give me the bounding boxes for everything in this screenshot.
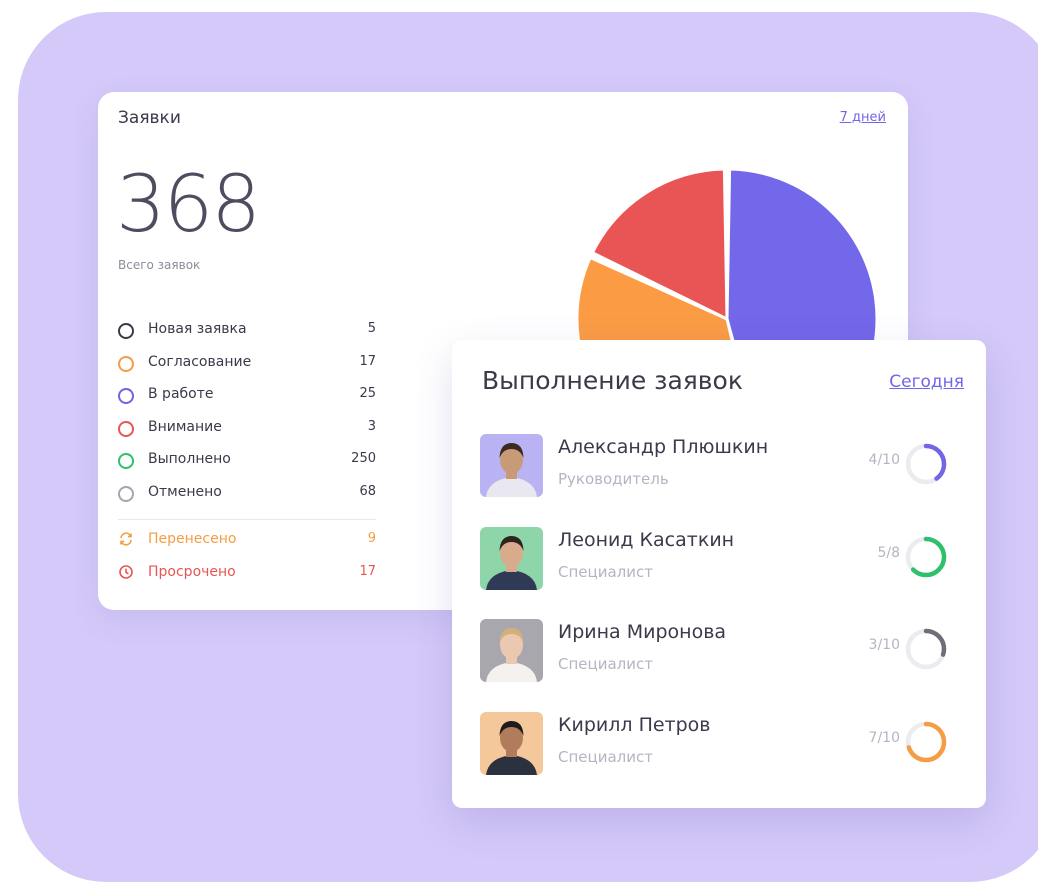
status-label: Перенесено — [148, 531, 237, 547]
person-name: Леонид Касаткин — [558, 528, 735, 551]
person-role: Руководитель — [558, 470, 669, 488]
status-value: 68 — [359, 483, 376, 499]
person-name: Александр Плюшкин — [558, 436, 769, 458]
progress-donut — [905, 721, 947, 762]
status-row: Внимание 3 — [118, 418, 376, 451]
stage: Заявки 7 дней 368 Всего заявок Новая зая… — [0, 0, 1038, 882]
avatar — [480, 434, 543, 497]
progress-donut — [905, 536, 947, 577]
status-label: В работе — [148, 386, 214, 402]
status-list: Новая заявка 5 Согласование 17 В работе 25 Вни… — [118, 320, 376, 595]
performance-card: Выполнение заявок Сегодня Александр Плюш… — [452, 340, 986, 808]
status-value: 9 — [367, 531, 376, 546]
status-circle-icon — [118, 323, 134, 339]
person-row[interactable]: Леонид Касаткин Специалист 5/8 — [480, 525, 960, 618]
person-name: Ирина Миронова — [558, 621, 727, 643]
status-value: 17 — [359, 563, 376, 579]
requests-title: Заявки — [118, 108, 181, 128]
person-ratio: 3/10 — [868, 637, 900, 653]
status-divider — [118, 519, 376, 520]
clock-icon — [119, 564, 133, 579]
status-value: 250 — [351, 451, 376, 466]
status-label: Внимание — [148, 418, 222, 435]
status-row: Выполнено 250 — [118, 450, 376, 483]
status-label: Новая заявка — [148, 321, 247, 337]
progress-donut — [905, 628, 947, 670]
period-link[interactable]: 7 дней — [840, 110, 886, 125]
person-ratio: 5/8 — [877, 544, 900, 561]
status-label: Отменено — [148, 483, 222, 500]
person-row[interactable]: Кирилл Петров Специалист 7/10 — [480, 710, 960, 803]
status-row: Отменено 68 — [118, 483, 376, 516]
avatar — [480, 526, 543, 590]
status-value: 3 — [367, 418, 376, 434]
person-row[interactable]: Александр Плюшкин Руководитель 4/10 — [480, 432, 960, 525]
people-list: Александр Плюшкин Руководитель 4/10 Леонид … — [480, 432, 960, 802]
status-circle-icon — [118, 420, 134, 437]
person-role: Специалист — [558, 655, 653, 673]
person-row[interactable]: Ирина Миронова Специалист 3/10 — [480, 617, 960, 710]
status-row: Просрочено 17 — [118, 563, 376, 596]
status-label: Выполнено — [148, 451, 231, 467]
avatar — [480, 711, 543, 775]
status-row: Согласование 17 — [118, 353, 376, 386]
person-name: Кирилл Петров — [558, 713, 711, 736]
avatar — [480, 619, 543, 682]
person-ratio: 7/10 — [868, 729, 900, 746]
status-label: Просрочено — [148, 563, 236, 580]
status-row: Перенесено 9 — [118, 530, 376, 563]
status-circle-icon — [118, 485, 134, 502]
today-link[interactable]: Сегодня — [889, 372, 964, 392]
status-label: Согласование — [148, 353, 252, 370]
status-value: 17 — [359, 353, 376, 369]
status-row: В работе 25 — [118, 385, 376, 418]
person-role: Специалист — [558, 747, 653, 766]
total-count: 368 — [116, 160, 261, 250]
status-row: Новая заявка 5 — [118, 320, 376, 353]
refresh-icon — [120, 532, 132, 546]
status-circle-icon — [118, 355, 134, 372]
total-label: Всего заявок — [118, 258, 201, 272]
progress-donut — [905, 443, 947, 485]
status-circle-icon — [118, 453, 134, 469]
status-value: 5 — [367, 321, 376, 336]
person-ratio: 4/10 — [868, 452, 900, 468]
status-circle-icon — [118, 388, 134, 404]
person-role: Специалист — [558, 562, 653, 581]
status-value: 25 — [359, 386, 376, 401]
performance-title: Выполнение заявок — [482, 366, 743, 395]
